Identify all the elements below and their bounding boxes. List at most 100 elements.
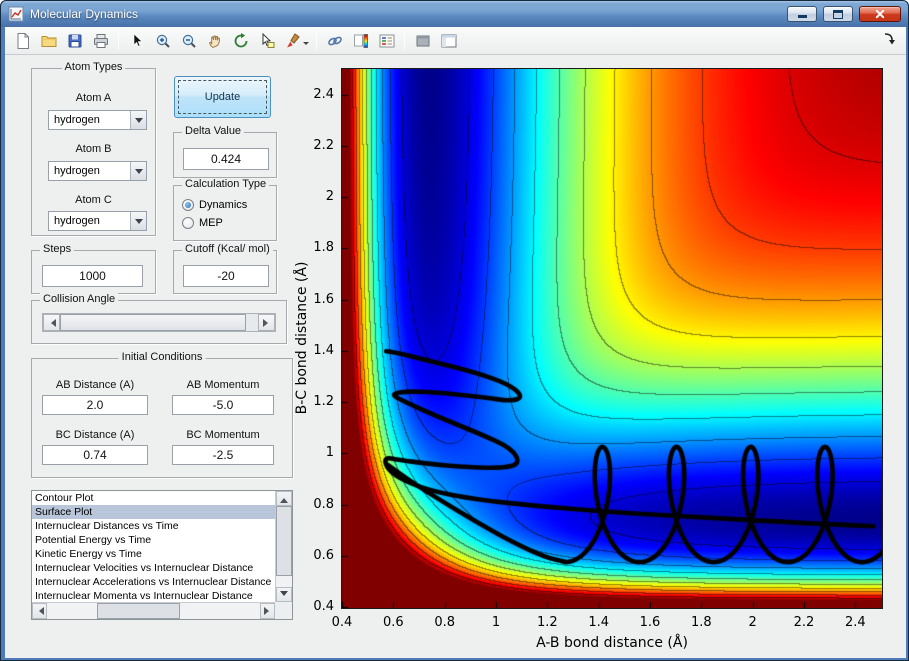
insert-legend-button[interactable]	[374, 29, 399, 53]
update-button[interactable]: Update	[174, 76, 271, 118]
x-tick-label: 1.2	[536, 615, 558, 630]
x-tick-label: 1.6	[639, 615, 661, 630]
radio-row-dynamics[interactable]: Dynamics	[182, 198, 247, 212]
toolbar-separator	[404, 31, 405, 50]
atom-c-select[interactable]: hydrogen	[48, 211, 147, 231]
new-figure-button[interactable]	[10, 29, 35, 53]
collision-angle-slider[interactable]	[42, 313, 276, 332]
list-item[interactable]: Internuclear Momenta vs Internuclear Dis…	[32, 589, 275, 602]
delta-value-group: Delta Value	[173, 125, 277, 178]
cutoff-input[interactable]	[183, 265, 269, 287]
bc-distance-input[interactable]	[42, 445, 148, 465]
scroll-up-icon[interactable]	[276, 491, 292, 506]
zoom-in-icon	[156, 34, 170, 48]
list-item[interactable]: Kinetic Energy vs Time	[32, 547, 275, 561]
atom-a-select[interactable]: hydrogen	[48, 110, 147, 130]
horizontal-scroll-thumb[interactable]	[97, 603, 180, 619]
link-icon	[327, 36, 342, 45]
delta-value-input[interactable]	[183, 148, 269, 170]
list-item[interactable]: Internuclear Velocities vs Internuclear …	[32, 561, 275, 575]
show-plot-tools-icon	[441, 34, 456, 47]
atom-a-label: Atom A	[75, 92, 112, 104]
list-item[interactable]: Contour Plot	[32, 491, 275, 505]
vertical-scroll-thumb[interactable]	[276, 506, 292, 576]
save-icon	[68, 34, 81, 47]
vertical-scrollbar[interactable]	[275, 491, 292, 602]
printer-icon	[93, 33, 108, 48]
brush-button[interactable]	[280, 29, 305, 53]
y-tick-label: 0.6	[313, 547, 334, 563]
scroll-left-icon[interactable]	[32, 603, 47, 619]
chevron-down-icon[interactable]	[130, 111, 146, 129]
y-tick-label: 0.8	[313, 496, 334, 512]
chevron-down-icon[interactable]	[130, 212, 146, 230]
close-button[interactable]	[859, 6, 901, 22]
main-content: Atom Types Atom A hydrogen Atom B hydrog…	[5, 55, 906, 658]
app-icon	[8, 6, 24, 22]
titlebar[interactable]: Molecular Dynamics	[1, 1, 908, 27]
minimize-button[interactable]	[787, 6, 817, 22]
maximize-button[interactable]	[823, 6, 853, 22]
cutoff-group: Cutoff (Kcal/ mol)	[173, 243, 277, 294]
ab-distance-input[interactable]	[42, 395, 148, 415]
x-tick-label: 2.4	[844, 615, 866, 630]
x-tick-label: 0.6	[382, 615, 404, 630]
group-title: Atom Types	[61, 61, 126, 73]
x-tick-label: 1.4	[588, 615, 609, 630]
data-cursor-icon	[262, 32, 274, 48]
app-window: Molecular Dynamics Atom Types Atom A hyd…	[0, 0, 909, 661]
bc-momentum-label: BC Momentum	[186, 429, 260, 441]
pan-button[interactable]	[202, 29, 227, 53]
dock-figure-arrow-icon[interactable]	[881, 30, 897, 51]
contour-plot-canvas[interactable]	[341, 68, 883, 609]
show-plot-tools-button[interactable]	[436, 29, 461, 53]
new-document-icon	[17, 32, 29, 49]
list-item[interactable]: Potential Energy vs Time	[32, 533, 275, 547]
scroll-right-icon[interactable]	[260, 603, 275, 619]
bc-distance-label: BC Distance (A)	[55, 429, 135, 441]
scroll-down-icon[interactable]	[276, 587, 292, 602]
x-tick-label: 1.8	[690, 615, 712, 630]
print-figure-button[interactable]	[88, 29, 113, 53]
open-file-button[interactable]	[36, 29, 61, 53]
open-folder-icon	[41, 35, 56, 47]
atom-a-value: hydrogen	[54, 114, 100, 126]
radio-mep[interactable]	[182, 217, 194, 229]
horizontal-scrollbar[interactable]	[32, 602, 275, 619]
pointer-button[interactable]	[124, 29, 149, 53]
link-plot-button[interactable]	[322, 29, 347, 53]
atom-b-value: hydrogen	[54, 165, 100, 177]
chevron-down-icon[interactable]	[130, 162, 146, 180]
calculation-type-group: Calculation Type Dynamics MEP	[173, 178, 277, 241]
hide-plot-tools-button[interactable]	[410, 29, 435, 53]
maximize-icon	[833, 10, 843, 19]
zoom-in-button[interactable]	[150, 29, 175, 53]
rotate-3d-button[interactable]	[228, 29, 253, 53]
data-cursor-button[interactable]	[254, 29, 279, 53]
y-tick-label: 0.4	[313, 599, 334, 614]
zoom-out-button[interactable]	[176, 29, 201, 53]
slider-thumb[interactable]	[60, 314, 246, 331]
toolbar	[5, 27, 906, 55]
ab-momentum-input[interactable]	[172, 395, 274, 415]
list-item[interactable]: Internuclear Accelerations vs Internucle…	[32, 575, 275, 589]
steps-group: Steps	[31, 243, 156, 294]
y-tick-label: 1.8	[313, 240, 334, 256]
group-title: Calculation Type	[182, 178, 270, 190]
bc-momentum-input[interactable]	[172, 445, 274, 465]
brush-dropdown-icon[interactable]	[303, 41, 309, 48]
group-title: Steps	[40, 243, 75, 255]
radio-row-mep[interactable]: MEP	[182, 216, 223, 230]
hand-icon	[208, 34, 220, 48]
slider-right-arrow[interactable]	[258, 314, 275, 331]
list-item[interactable]: Internuclear Distances vs Time	[32, 519, 275, 533]
collision-angle-group: Collision Angle	[31, 293, 287, 344]
slider-left-arrow[interactable]	[43, 314, 60, 331]
list-item[interactable]: Surface Plot	[32, 505, 275, 519]
atom-b-select[interactable]: hydrogen	[48, 161, 147, 181]
initial-conditions-group: Initial Conditions AB Distance (A) AB Mo…	[31, 351, 293, 478]
save-figure-button[interactable]	[62, 29, 87, 53]
radio-dynamics[interactable]	[182, 199, 194, 211]
steps-input[interactable]	[42, 265, 143, 287]
insert-colorbar-button[interactable]	[348, 29, 373, 53]
